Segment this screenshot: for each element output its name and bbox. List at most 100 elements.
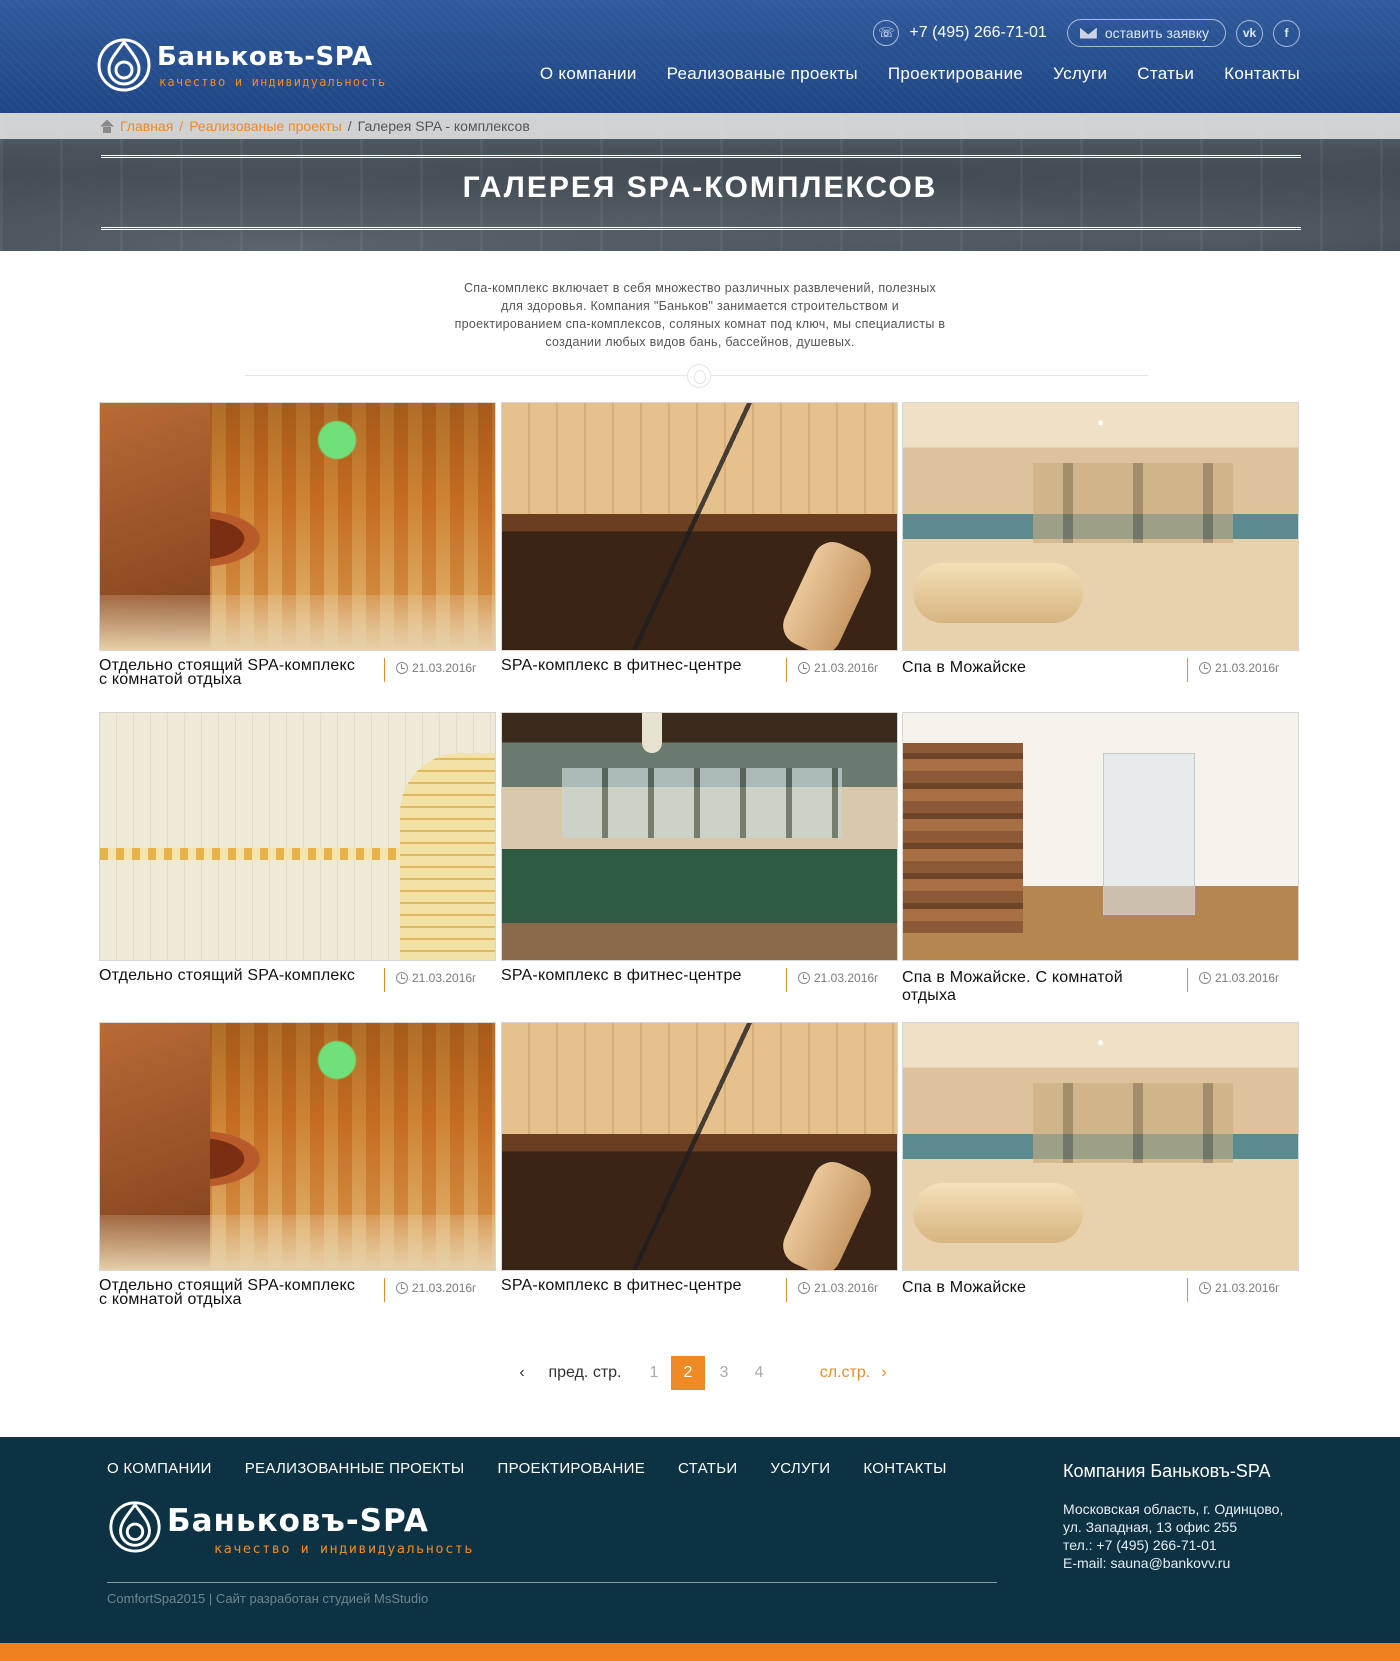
gallery-image[interactable] [902,402,1299,651]
studio-link[interactable]: MsStudio [374,1591,428,1606]
breadcrumb-current: Галерея SPA - комплексов [357,118,530,134]
breadcrumb-separator: / [347,118,352,134]
chevron-right-icon[interactable]: › [876,1356,892,1390]
logo-drop-icon [97,38,151,92]
footer-divider [107,1582,997,1583]
breadcrumb-projects[interactable]: Реализованые проекты [189,118,342,134]
header-contacts: ☏ +7 (495) 266-71-01 оставить заявку vk … [873,18,1300,48]
envelope-icon [1079,27,1097,39]
copyright: ComfortSpa2015 | Сайт разработан студией… [107,1591,429,1606]
gallery-image[interactable] [99,712,496,961]
page-link-4[interactable]: 4 [742,1356,776,1390]
facebook-icon[interactable]: f [1273,19,1300,47]
footer-nav-projects[interactable]: РЕАЛИЗОВАННЫЕ ПРОЕКТЫ [245,1460,465,1477]
prev-page-link[interactable]: пред. стр. [545,1356,625,1390]
gallery-date: 21.03.2016г [798,661,878,675]
intro-text: Спа-комплекс включает в себя множество р… [425,279,975,351]
gallery-date: 21.03.2016г [798,971,878,985]
footer-nav-design[interactable]: ПРОЕКТИРОВАНИЕ [498,1460,645,1477]
title-date-separator [384,968,385,992]
footer-nav-articles[interactable]: СТАТЬИ [678,1460,737,1477]
clock-icon [798,1282,810,1294]
clock-icon [396,972,408,984]
footer-nav: О КОМПАНИИ РЕАЛИЗОВАННЫЕ ПРОЕКТЫ ПРОЕКТИ… [107,1460,947,1477]
company-email[interactable]: E-mail: sauna@bankovv.ru [1063,1554,1363,1572]
gallery-image[interactable] [501,1022,898,1271]
home-icon[interactable] [100,120,114,133]
nav-item-projects[interactable]: Реализованые проекты [667,64,858,84]
clock-icon [396,662,408,674]
gallery-title[interactable]: Спа в Можайске. С комнатой отдыха [902,969,1185,1005]
footer-nav-about[interactable]: О КОМПАНИИ [107,1460,212,1477]
title-date-separator [1187,968,1188,992]
footer-accent-strip [0,1643,1400,1661]
chevron-left-icon[interactable]: ‹ [512,1356,532,1390]
title-date-separator [786,658,787,682]
gallery-title[interactable]: Отдельно стоящий SPA-комплекс [99,968,382,984]
clock-icon [396,1282,408,1294]
intro-line: проектированием спа-комплексов, соляных … [454,317,946,331]
title-date-separator [384,1278,385,1302]
gallery-title[interactable]: Спа в Можайске [902,660,1185,676]
logo-name: Баньковъ-SPA [157,42,373,72]
footer-logo-name: Баньковъ-SPA [167,1503,429,1539]
nav-item-about[interactable]: О компании [540,64,637,84]
gallery-image[interactable] [501,402,898,651]
nav-item-contacts[interactable]: Контакты [1224,64,1300,84]
company-info: Компания Баньковъ-SPA Московская область… [1063,1461,1363,1572]
clock-icon [798,662,810,674]
banner-top-line [101,155,1301,158]
gallery-image[interactable] [99,402,496,651]
phone-icon: ☏ [873,20,900,46]
pagination: ‹ пред. стр. 1 2 3 4 сл.стр. › [0,1356,1400,1390]
footer-nav-contacts[interactable]: КОНТАКТЫ [863,1460,946,1477]
footer-logo[interactable]: Баньковъ-SPA качество и индивидуальность [107,1497,507,1557]
site-logo[interactable]: Баньковъ-SPA качество и индивидуальность [95,34,415,94]
page-link-2[interactable]: 2 [671,1356,705,1390]
breadcrumb: Главная / Реализованые проекты / Галерея… [100,118,530,134]
gallery-title[interactable]: Отдельно стоящий SPA-комплекс с комнатой … [99,1278,382,1308]
clock-icon [1199,662,1211,674]
footer-nav-services[interactable]: УСЛУГИ [770,1460,830,1477]
nav-item-articles[interactable]: Статьи [1137,64,1194,84]
vk-icon[interactable]: vk [1236,19,1263,47]
gallery-image[interactable] [501,712,898,961]
gallery-title[interactable]: SPA-комплекс в фитнес-центре [501,658,784,674]
gallery-date: 21.03.2016г [1199,1281,1279,1295]
logo-tagline: качество и индивидуальность [159,75,387,89]
title-date-separator [786,968,787,992]
gallery-date: 21.03.2016г [396,661,476,675]
page-link-3[interactable]: 3 [707,1356,741,1390]
clock-icon [798,972,810,984]
request-button[interactable]: оставить заявку [1066,19,1226,47]
intro-line: создании любых видов бань, бассейнов, ду… [545,335,855,349]
nav-item-design[interactable]: Проектирование [888,64,1023,84]
divider-drop-icon [687,364,711,388]
nav-item-services[interactable]: Услуги [1053,64,1107,84]
gallery-title[interactable]: SPA-комплекс в фитнес-центре [501,1278,784,1294]
title-date-separator [384,658,385,682]
intro-line: Спа-комплекс включает в себя множество р… [463,281,937,295]
gallery-image[interactable] [99,1022,496,1271]
page-link-1[interactable]: 1 [637,1356,671,1390]
gallery-date: 21.03.2016г [798,1281,878,1295]
clock-icon [1199,1282,1211,1294]
footer-logo-tagline: качество и индивидуальность [214,1541,474,1557]
gallery-date: 21.03.2016г [1199,661,1279,675]
title-date-separator [786,1278,787,1302]
next-page-link[interactable]: сл.стр. [815,1356,875,1390]
title-date-separator [1187,1278,1188,1302]
header-phone[interactable]: +7 (495) 266-71-01 [909,24,1046,42]
gallery-image[interactable] [902,1022,1299,1271]
gallery-title[interactable]: Отдельно стоящий SPA-комплекс с комнатой … [99,658,382,688]
gallery-date: 21.03.2016г [1199,971,1279,985]
company-phone[interactable]: тел.: +7 (495) 266-71-01 [1063,1536,1363,1554]
logo-drop-icon [109,1501,161,1553]
gallery-title[interactable]: SPA-комплекс в фитнес-центре [501,968,784,984]
breadcrumb-home[interactable]: Главная [120,118,173,134]
breadcrumb-bar: Главная / Реализованые проекты / Галерея… [0,113,1400,139]
gallery-date: 21.03.2016г [396,971,476,985]
gallery-title[interactable]: Спа в Можайске [902,1280,1185,1296]
gallery-image[interactable] [902,712,1299,961]
company-address: ул. Западная, 13 офис 255 [1063,1519,1238,1535]
